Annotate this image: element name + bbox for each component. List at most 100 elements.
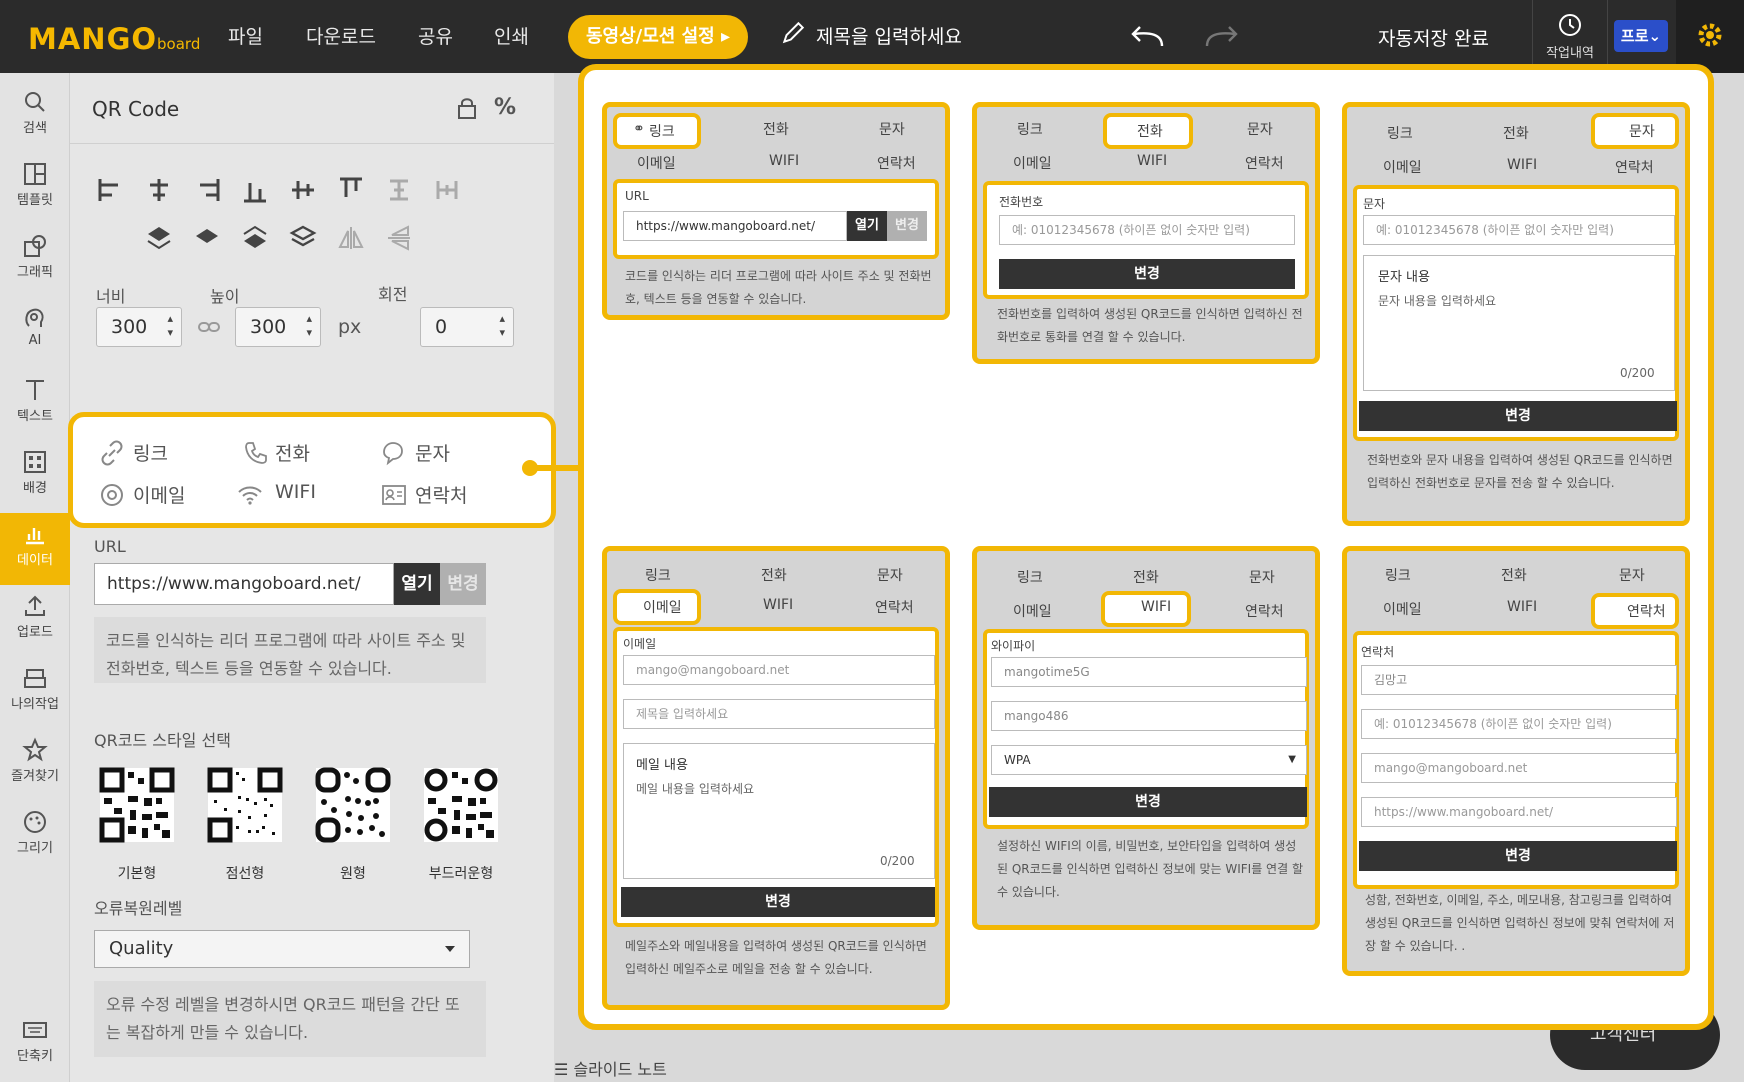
lock-icon[interactable] xyxy=(456,97,478,119)
sidebar-item-favorites[interactable]: 즐겨찾기 xyxy=(0,729,70,801)
tab-link[interactable]: 링크 xyxy=(1017,119,1043,139)
slide-note-toggle[interactable]: ☰ 슬라이드 노트 xyxy=(554,1056,667,1080)
tab-wifi[interactable]: WIFI xyxy=(1507,157,1537,173)
align-right-icon[interactable] xyxy=(192,175,222,205)
bring-to-front-icon[interactable] xyxy=(192,223,222,253)
contact-name-input[interactable]: 김망고 xyxy=(1361,665,1677,695)
send-backward-icon[interactable] xyxy=(240,223,270,253)
link-open-button[interactable]: 열기 xyxy=(847,211,887,241)
wifi-security-select[interactable]: WPA ▼ xyxy=(991,745,1307,775)
wifi-change-button[interactable]: 변경 xyxy=(989,787,1307,817)
tab-contact[interactable]: 연락처 xyxy=(415,481,467,508)
tab-sms[interactable]: 문자 xyxy=(1619,565,1645,585)
tab-phone[interactable]: 전화 xyxy=(761,565,787,585)
flip-horizontal-icon[interactable] xyxy=(336,223,366,253)
link-ratio-icon[interactable] xyxy=(198,319,220,335)
contact-email-input[interactable]: mango@mangoboard.net xyxy=(1361,753,1677,783)
sms-change-button[interactable]: 변경 xyxy=(1359,401,1677,431)
sidebar-item-data[interactable]: 데이터 xyxy=(0,513,70,585)
tab-contact[interactable]: 연락처 xyxy=(1245,153,1284,173)
sidebar-item-draw[interactable]: 그리기 xyxy=(0,801,70,873)
wifi-ssid-input[interactable]: mangotime5G xyxy=(991,657,1307,687)
email-change-button[interactable]: 변경 xyxy=(621,887,935,917)
change-button[interactable]: 변경 xyxy=(440,563,486,605)
tab-link[interactable]: 링크 xyxy=(645,565,671,585)
tab-contact[interactable]: 연락처 xyxy=(1627,601,1666,621)
title-input[interactable]: 제목을 입력하세요 xyxy=(816,22,962,49)
opacity-icon[interactable]: % xyxy=(494,95,516,120)
open-button[interactable]: 열기 xyxy=(394,563,440,605)
tab-contact[interactable]: 연락처 xyxy=(1615,157,1654,177)
sidebar-item-background[interactable]: 배경 xyxy=(0,441,70,513)
qr-style-round[interactable] xyxy=(315,767,391,843)
settings-button[interactable] xyxy=(1676,0,1744,73)
phone-input[interactable]: 예: 01012345678 (하이픈 없이 숫자만 입력) xyxy=(999,215,1295,245)
menu-print[interactable]: 인쇄 xyxy=(494,22,529,49)
tab-link[interactable]: 링크 xyxy=(133,439,168,466)
tab-link[interactable]: 링크 xyxy=(1387,123,1413,143)
tab-email[interactable]: 이메일 xyxy=(1383,599,1422,619)
distribute-horizontal-icon[interactable] xyxy=(432,175,462,205)
sidebar-item-template[interactable]: 템플릿 xyxy=(0,153,70,225)
tab-wifi[interactable]: WIFI xyxy=(763,597,793,613)
tab-wifi[interactable]: WIFI xyxy=(769,153,799,169)
align-bottom-icon[interactable] xyxy=(240,175,270,205)
sidebar-item-shortcut[interactable]: 단축키 xyxy=(0,1009,70,1081)
url-input[interactable]: https://www.mangoboard.net/ xyxy=(94,563,394,605)
tab-sms[interactable]: 문자 xyxy=(879,119,905,139)
sidebar-item-upload[interactable]: 업로드 xyxy=(0,585,70,657)
sms-phone-input[interactable]: 예: 01012345678 (하이픈 없이 숫자만 입력) xyxy=(1363,215,1675,245)
tab-phone[interactable]: 전화 xyxy=(763,119,789,139)
sidebar-item-search[interactable]: 검색 xyxy=(0,81,70,153)
tab-sms[interactable]: 문자 xyxy=(1629,121,1655,141)
tab-wifi[interactable]: WIFI xyxy=(1137,153,1167,169)
link-change-button[interactable]: 변경 xyxy=(887,211,927,241)
tab-phone[interactable]: 전화 xyxy=(1503,123,1529,143)
qr-style-basic[interactable] xyxy=(99,767,175,843)
tab-wifi[interactable]: WIFI xyxy=(275,481,316,503)
tab-phone[interactable]: 전화 xyxy=(1133,567,1159,587)
redo-icon[interactable] xyxy=(1203,24,1241,50)
contact-phone-input[interactable]: 예: 01012345678 (하이픈 없이 숫자만 입력) xyxy=(1361,709,1677,739)
tab-contact[interactable]: 연락처 xyxy=(877,153,916,173)
tab-email[interactable]: 이메일 xyxy=(1383,157,1422,177)
tab-email[interactable]: 이메일 xyxy=(1013,601,1052,621)
tab-link[interactable]: 링크 xyxy=(649,121,675,141)
align-center-icon[interactable] xyxy=(144,175,174,205)
tab-email[interactable]: 이메일 xyxy=(643,597,682,617)
tab-sms[interactable]: 문자 xyxy=(1247,119,1273,139)
sidebar-item-graphic[interactable]: 그래픽 xyxy=(0,225,70,297)
tab-sms[interactable]: 문자 xyxy=(415,439,450,466)
link-url-input[interactable]: https://www.mangoboard.net/ xyxy=(623,211,847,241)
menu-file[interactable]: 파일 xyxy=(228,22,263,49)
sidebar-item-ai[interactable]: AI xyxy=(0,297,70,369)
phone-change-button[interactable]: 변경 xyxy=(999,259,1295,289)
bring-forward-icon[interactable] xyxy=(144,223,174,253)
logo[interactable]: MANGOboard xyxy=(28,22,200,56)
tab-sms[interactable]: 문자 xyxy=(877,565,903,585)
height-input[interactable]: 300 xyxy=(235,307,321,347)
sidebar-item-my-work[interactable]: 나의작업 xyxy=(0,657,70,729)
tab-contact[interactable]: 연락처 xyxy=(875,597,914,617)
sms-content-textarea[interactable]: 문자 내용 문자 내용을 입력하세요 0/200 xyxy=(1363,255,1675,391)
tab-phone[interactable]: 전화 xyxy=(275,439,310,466)
tab-link[interactable]: 링크 xyxy=(1017,567,1043,587)
tab-contact[interactable]: 연락처 xyxy=(1245,601,1284,621)
tab-wifi[interactable]: WIFI xyxy=(1141,599,1171,615)
align-left-icon[interactable] xyxy=(96,175,126,205)
sidebar-item-text[interactable]: 텍스트 xyxy=(0,369,70,441)
send-to-back-icon[interactable] xyxy=(288,223,318,253)
tab-email[interactable]: 이메일 xyxy=(637,153,676,173)
tab-phone[interactable]: 전화 xyxy=(1501,565,1527,585)
contact-url-input[interactable]: https://www.mangoboard.net/ xyxy=(1361,797,1677,827)
width-input[interactable]: 300 xyxy=(96,307,182,347)
tab-wifi[interactable]: WIFI xyxy=(1507,599,1537,615)
motion-settings-button[interactable]: 동영상/모션 설정 ▸ xyxy=(568,15,748,59)
tab-sms[interactable]: 문자 xyxy=(1249,567,1275,587)
rotate-input[interactable]: 0 xyxy=(420,307,514,347)
contact-change-button[interactable]: 변경 xyxy=(1359,841,1677,871)
email-subject-input[interactable]: 제목을 입력하세요 xyxy=(623,699,935,729)
tab-link[interactable]: 링크 xyxy=(1385,565,1411,585)
align-top-icon[interactable] xyxy=(336,175,366,205)
tab-email[interactable]: 이메일 xyxy=(133,481,185,508)
